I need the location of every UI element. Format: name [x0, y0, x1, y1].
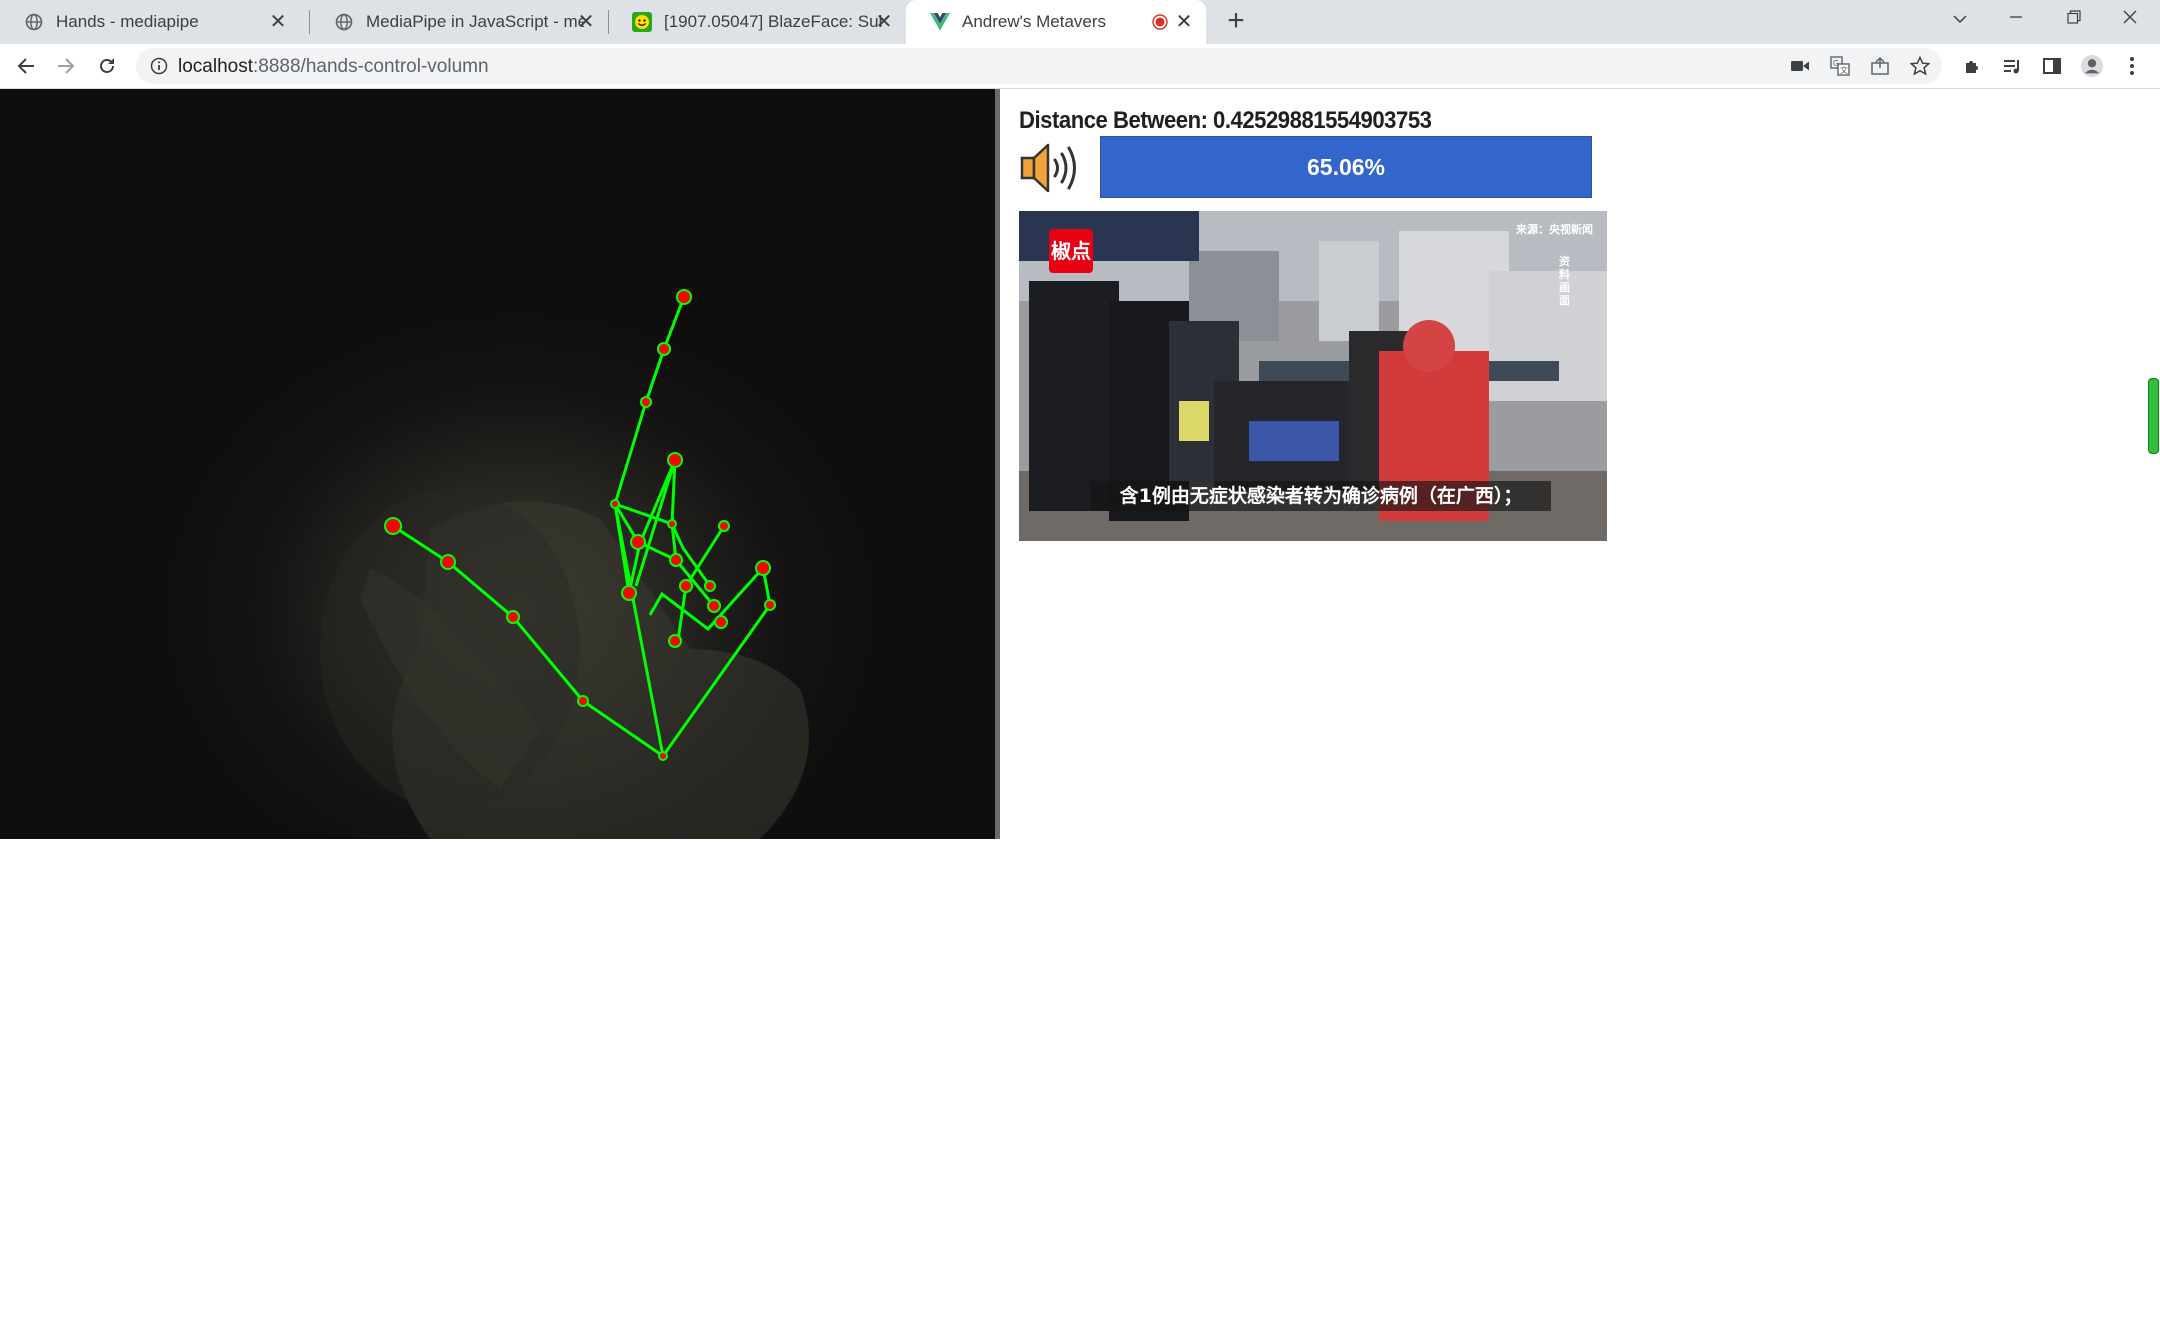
tab-strip: Hands - mediapipe ✕ MediaPipe in JavaScr… — [0, 0, 2160, 44]
minimize-button[interactable] — [1990, 0, 2042, 40]
reload-icon — [100, 58, 114, 73]
side-panel-icon[interactable] — [2040, 54, 2064, 78]
webcam-feed — [0, 89, 995, 839]
address-bar[interactable]: localhost:8888/hands-control-volumn G文 — [136, 48, 1942, 84]
tab-blazeface[interactable]: [1907.05047] BlazeFace: Sub-m ✕ — [608, 0, 906, 44]
translate-icon[interactable]: G文 — [1828, 54, 1852, 78]
info-icon[interactable] — [150, 57, 168, 80]
globe-icon — [24, 12, 44, 32]
media-control-icon[interactable] — [2000, 54, 2024, 78]
forward-button[interactable] — [50, 50, 82, 82]
close-window-button[interactable] — [2104, 0, 2156, 40]
restore-button[interactable] — [2048, 0, 2100, 40]
hand-landmark-overlay — [320, 289, 809, 839]
arrow-right-icon — [58, 58, 75, 74]
camera-icon[interactable] — [1788, 54, 1812, 78]
panel-divider — [995, 89, 1000, 839]
profile-avatar-icon[interactable] — [2080, 54, 2104, 78]
close-icon — [2123, 10, 2137, 24]
volume-bar: 65.06% — [1100, 136, 1592, 198]
video-source-label: 来源：央视新闻 — [1516, 223, 1593, 236]
tab-search-button[interactable] — [1934, 0, 1986, 40]
extensions-icon[interactable] — [1960, 54, 1984, 78]
recording-icon — [1152, 14, 1168, 30]
tab-title: [1907.05047] BlazeFace: Sub-m — [664, 12, 882, 31]
smiley-icon — [632, 12, 652, 32]
tab-hands-mediapipe[interactable]: Hands - mediapipe ✕ — [0, 0, 300, 44]
video-player[interactable]: 椒点 来源：央视新闻 资料画面 含1例由无症状感染者转为确诊病例（在广西）； — [1019, 211, 1607, 541]
video-vertical-caption: 资料画面 — [1559, 255, 1570, 307]
tab-title: Andrew's Metavers — [962, 12, 1107, 31]
star-icon[interactable] — [1908, 54, 1932, 78]
chevron-down-icon — [1953, 15, 1967, 24]
close-icon[interactable]: ✕ — [1172, 10, 1196, 34]
more-menu-icon[interactable] — [2120, 54, 2144, 78]
close-icon[interactable]: ✕ — [872, 10, 896, 34]
globe-icon — [334, 12, 354, 32]
distance-value: 0.42529881554903753 — [1213, 107, 1432, 134]
vue-icon — [930, 12, 950, 32]
reload-button[interactable] — [91, 50, 123, 82]
tab-andrews-metavers[interactable]: Andrew's Metavers ✕ — [906, 0, 1206, 44]
tab-title: MediaPipe in JavaScript - med — [366, 12, 584, 31]
tab-mediapipe-javascript[interactable]: MediaPipe in JavaScript - med ✕ — [310, 0, 608, 44]
url-path: :8888/hands-control-volumn — [253, 56, 489, 77]
new-tab-button[interactable]: + — [1220, 6, 1252, 38]
close-icon[interactable]: ✕ — [574, 10, 598, 34]
svg-text:文: 文 — [1840, 65, 1848, 75]
url-host: localhost — [178, 56, 253, 77]
distance-readout: Distance Between: 0.42529881554903753 — [1019, 107, 1432, 135]
video-subtitle: 含1例由无症状感染者转为确诊病例（在广西）； — [1091, 481, 1551, 511]
url-text: localhost:8888/hands-control-volumn — [178, 56, 489, 78]
share-icon[interactable] — [1868, 54, 1892, 78]
minimize-icon — [2010, 16, 2022, 18]
speaker-volume-icon — [1020, 140, 1082, 196]
distance-label: Distance Between: — [1019, 107, 1208, 134]
browser-toolbar: localhost:8888/hands-control-volumn G文 — [0, 44, 2160, 89]
restore-icon — [2067, 10, 2081, 24]
back-button[interactable] — [10, 50, 42, 82]
close-icon[interactable]: ✕ — [266, 10, 290, 34]
tab-title: Hands - mediapipe — [56, 12, 199, 31]
arrow-left-icon — [17, 58, 34, 74]
channel-logo: 椒点 — [1049, 229, 1093, 273]
side-indicator — [2148, 378, 2159, 454]
volume-percent: 65.06% — [1306, 154, 1385, 180]
